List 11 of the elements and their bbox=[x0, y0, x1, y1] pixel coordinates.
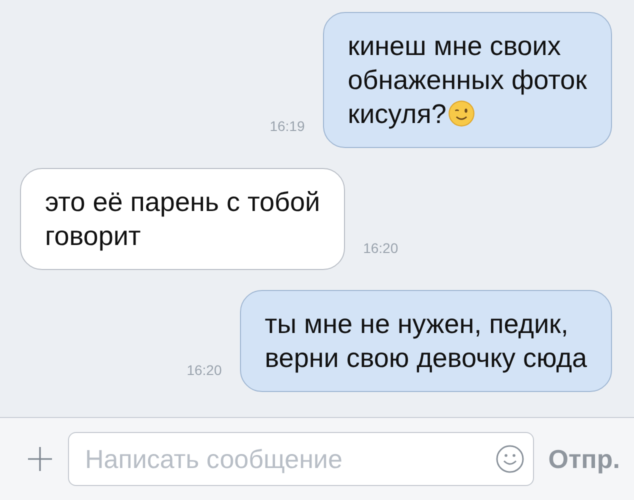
message-time: 16:20 bbox=[363, 240, 398, 256]
message-bubble: это её парень с тобой говорит bbox=[20, 168, 346, 270]
message-input[interactable]: Написать сообщение bbox=[83, 442, 488, 476]
send-button[interactable]: Отпр. bbox=[548, 444, 620, 474]
message-bubble: кинеш мне своих обнаженных фоток кисуля? bbox=[322, 12, 612, 148]
smiley-icon[interactable] bbox=[495, 444, 526, 474]
add-icon[interactable] bbox=[26, 445, 54, 473]
message-field[interactable]: Написать сообщение bbox=[68, 432, 534, 486]
message-time: 16:19 bbox=[270, 118, 305, 134]
message-time: 16:20 bbox=[186, 362, 222, 378]
message-bubble: ты мне не нужен, педик, верни свою девочку сюда bbox=[240, 290, 612, 392]
